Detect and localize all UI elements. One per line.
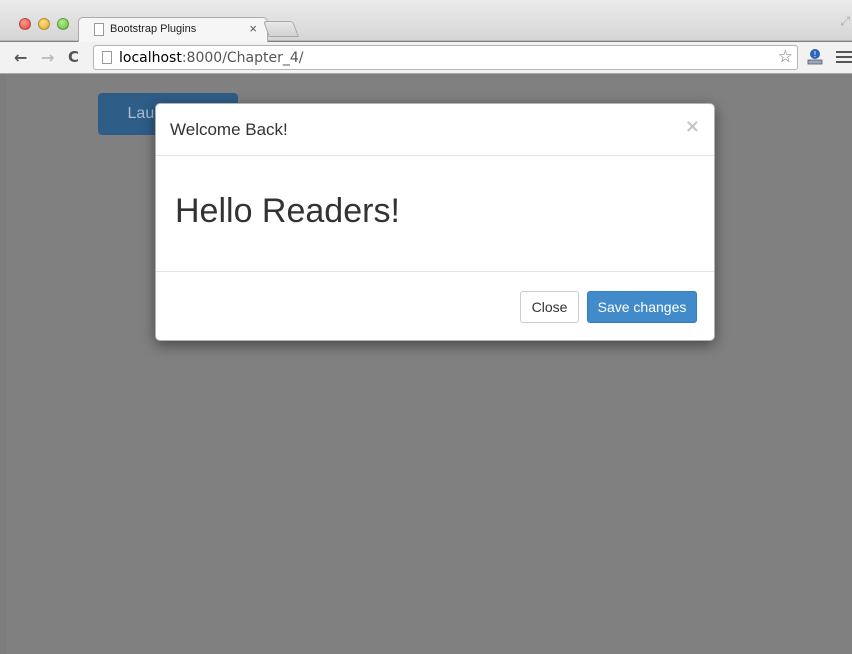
modal-body-heading: Hello Readers! (175, 192, 400, 230)
window-maximize-button[interactable] (57, 18, 69, 30)
window-edge (0, 74, 7, 654)
url-text[interactable]: localhost:8000/Chapter_4/ (119, 50, 304, 66)
bookmark-star-icon[interactable]: ☆ (778, 47, 793, 67)
forward-icon[interactable]: → (41, 48, 54, 67)
menu-icon[interactable] (836, 51, 852, 66)
page-icon (94, 23, 104, 36)
page-icon (102, 51, 112, 64)
svg-text:!: ! (813, 50, 816, 59)
modal-dialog: Welcome Back! × Hello Readers! Close Sav… (155, 103, 715, 341)
browser-toolbar: ← → C localhost:8000/Chapter_4/ ☆ ! (0, 42, 852, 74)
url-path: :8000/Chapter_4/ (181, 50, 304, 66)
modal-body: Hello Readers! (156, 156, 714, 272)
new-tab-button[interactable] (263, 21, 299, 37)
browser-titlebar: Bootstrap Plugins × ⤢ (0, 0, 852, 42)
window-close-button[interactable] (19, 18, 31, 30)
browser-tab[interactable]: Bootstrap Plugins × (78, 17, 268, 42)
address-bar[interactable]: localhost:8000/Chapter_4/ ☆ (93, 45, 798, 70)
modal-title: Welcome Back! (170, 120, 288, 139)
tab-title: Bootstrap Plugins (110, 23, 197, 35)
page-viewport: Launch demo modal Welcome Back! × Hello … (7, 74, 852, 654)
save-changes-button[interactable]: Save changes (587, 291, 697, 323)
modal-header: Welcome Back! × (156, 104, 714, 156)
reload-icon[interactable]: C (68, 48, 79, 66)
modal-close-icon[interactable]: × (685, 116, 700, 137)
back-icon[interactable]: ← (14, 48, 27, 67)
modal-footer: Close Save changes (156, 272, 714, 342)
fullscreen-icon[interactable]: ⤢ (840, 14, 850, 29)
extension-icon[interactable]: ! (807, 48, 823, 65)
url-host: localhost (119, 50, 182, 66)
close-button[interactable]: Close (520, 291, 579, 323)
window-minimize-button[interactable] (38, 18, 50, 30)
tab-close-icon[interactable]: × (249, 21, 257, 36)
